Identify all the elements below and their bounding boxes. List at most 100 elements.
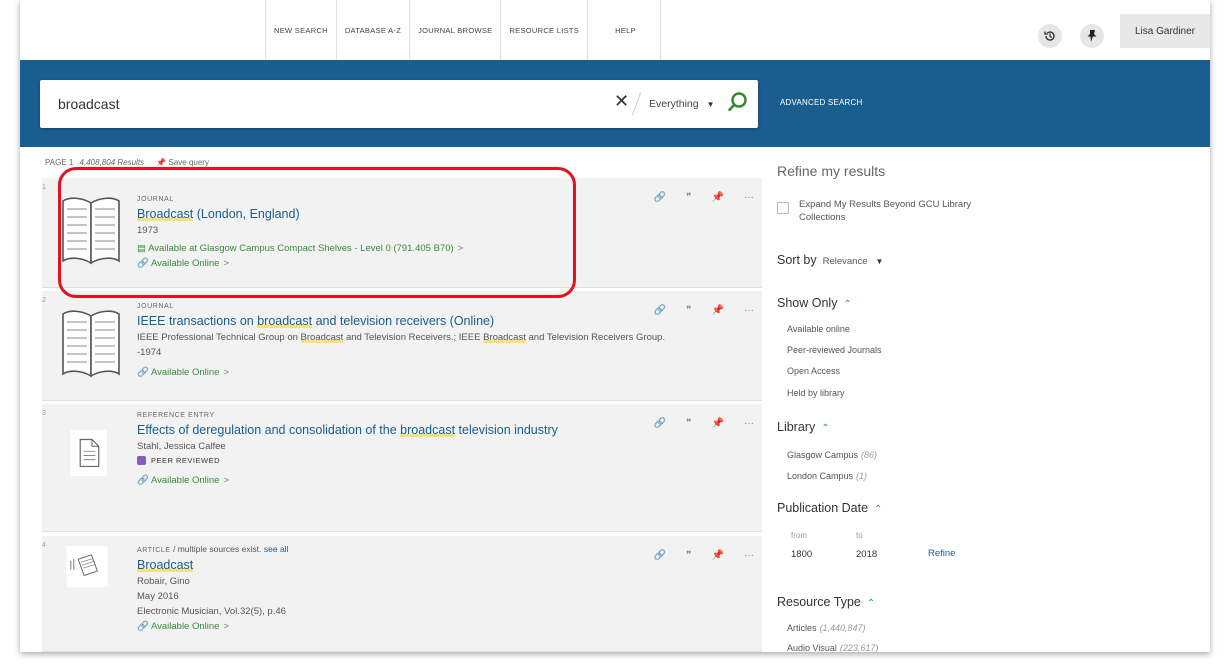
chevron-right-icon: > [223,258,229,269]
more-options-icon[interactable]: ··· [744,305,754,316]
result-number: 4 [42,542,46,549]
nav-help[interactable]: HELP [588,0,661,60]
more-options-icon[interactable]: ··· [744,418,754,429]
available-online-link[interactable]: 🔗 Available Online > [137,367,742,378]
result-item[interactable]: 1 JOURNAL Broadcast (London, England) 19… [42,178,762,288]
pin-icon[interactable]: 📌 [712,418,724,429]
nav-resource-lists[interactable]: RESOURCE LISTS [501,0,589,60]
title-highlight: Broadcast [137,558,194,572]
authors-mid: and Television Receivers.; IEEE [343,332,484,343]
shelf-icon: ▤ [137,243,149,254]
peer-reviewed-badge: PEER REVIEWED [137,456,642,465]
page-indicator: PAGE 1 [45,158,74,167]
to-label: to [856,531,863,540]
availability-location[interactable]: ▤ Available at Glasgow Campus Compact Sh… [137,243,642,254]
user-menu[interactable]: Lisa Gardiner [1120,14,1210,48]
result-actions: 🔗 ❞ 📌 ··· [654,192,754,203]
scope-dropdown[interactable]: Everything ▼ [649,98,715,110]
result-content: REFERENCE ENTRY Effects of deregulation … [137,412,642,486]
pin-icon-glyph [1087,30,1097,42]
title-highlight: broadcast [400,423,456,437]
online-text: Available Online [150,367,220,378]
search-input[interactable]: broadcast [58,96,119,112]
result-type: JOURNAL [137,303,174,310]
filter-available-online[interactable]: Available online [787,324,850,334]
available-online-link[interactable]: 🔗 Available Online > [137,621,642,632]
filter-peer-reviewed[interactable]: Peer-reviewed Journals [787,345,882,355]
title-rest: television industry [455,423,558,437]
app-frame: NEW SEARCH DATABASE A-Z JOURNAL BROWSE R… [20,0,1210,652]
resource-type-heading[interactable]: Resource Type ⌃ [777,595,875,609]
result-title[interactable]: Broadcast (London, England) [137,206,642,222]
search-icon[interactable] [726,90,750,114]
save-query-link[interactable]: Save query [168,158,208,167]
result-item[interactable]: 4 ARTICLE / multiple sources exist. see … [42,536,762,652]
nav-new-search[interactable]: NEW SEARCH [265,0,337,60]
pin-icon[interactable]: 📌 [712,550,724,561]
results-meta: PAGE 1 4,408,804 Results 📌 Save query [45,158,209,167]
authors-highlight: Broadcast [300,332,344,343]
permalink-icon[interactable]: 🔗 [654,418,666,429]
publication-date-heading[interactable]: Publication Date ⌃ [777,501,882,515]
permalink-icon[interactable]: 🔗 [654,305,666,316]
filter-open-access[interactable]: Open Access [787,366,840,376]
result-item[interactable]: 3 REFERENCE ENTRY Effects of deregulatio… [42,404,762,532]
sort-dropdown[interactable]: Relevance ▼ [823,256,884,267]
show-only-heading[interactable]: Show Only ⌃ [777,296,852,310]
option-label: London Campus [787,471,854,481]
authors-post: and Television Receivers Group. [525,332,666,343]
refine-date-button[interactable]: Refine [928,548,955,559]
chevron-up-icon: ⌃ [843,299,852,310]
sort-value: Relevance [822,256,868,267]
from-label: from [791,531,807,540]
online-text: Available Online [150,475,220,486]
search-divider [631,92,642,116]
chevron-right-icon: > [457,243,464,254]
clear-icon[interactable]: ✕ [614,91,629,112]
pin-icon[interactable] [1080,24,1104,48]
result-content: JOURNAL IEEE transactions on broadcast a… [137,303,742,378]
more-options-icon[interactable]: ··· [744,550,754,561]
nav-database-az[interactable]: DATABASE A-Z [337,0,411,60]
permalink-icon[interactable]: 🔗 [654,550,666,561]
option-count: (1,440,847) [819,623,866,633]
result-date: -1974 [137,347,162,358]
expand-results-label[interactable]: Expand My Results Beyond GCU Library Col… [799,198,1019,224]
see-all-link[interactable]: see all [264,544,289,554]
filter-audio-visual[interactable]: Audio Visual (223,617) [787,643,878,652]
pin-icon[interactable]: 📌 [712,305,724,316]
result-title[interactable]: IEEE transactions on broadcast and telev… [137,313,742,329]
permalink-icon[interactable]: 🔗 [654,192,666,203]
citation-icon[interactable]: ❞ [686,305,691,316]
pin-icon[interactable]: 📌 [712,192,724,203]
citation-icon[interactable]: ❞ [686,192,691,203]
nav-links: NEW SEARCH DATABASE A-Z JOURNAL BROWSE R… [265,0,661,60]
save-query-pin-icon: 📌 [156,158,167,167]
result-author: Stahl, Jessica Calfee [137,441,226,452]
search-box: broadcast ✕ Everything ▼ [40,80,758,128]
refine-title: Refine my results [777,163,886,179]
document-icon [69,428,108,477]
history-icon[interactable] [1038,24,1062,48]
result-title[interactable]: Effects of deregulation and consolidatio… [137,422,642,438]
filter-articles[interactable]: Articles (1,440,847) [787,623,866,633]
expand-results-checkbox[interactable] [777,202,789,214]
library-heading[interactable]: Library ⌃ [777,420,830,434]
nav-journal-browse[interactable]: JOURNAL BROWSE [410,0,502,60]
citation-icon[interactable]: ❞ [686,550,691,561]
available-online-link[interactable]: 🔗 Available Online > [137,258,642,269]
date-from-input[interactable] [787,542,851,566]
online-text: Available Online [150,258,220,269]
more-options-icon[interactable]: ··· [744,192,754,203]
advanced-search-link[interactable]: ADVANCED SEARCH [780,98,862,107]
result-date: May 2016 [137,591,179,602]
citation-icon[interactable]: ❞ [686,418,691,429]
result-item[interactable]: 2 JOURNAL IEEE transactions on broadcast… [42,291,762,401]
result-title[interactable]: Broadcast [137,557,642,573]
available-online-link[interactable]: 🔗 Available Online > [137,475,642,486]
filter-held-by-library[interactable]: Held by library [787,388,845,398]
option-label: Articles [787,623,817,633]
filter-london-campus[interactable]: London Campus (1) [787,471,867,481]
filter-glasgow-campus[interactable]: Glasgow Campus (86) [787,450,877,460]
date-to-input[interactable] [852,542,916,566]
